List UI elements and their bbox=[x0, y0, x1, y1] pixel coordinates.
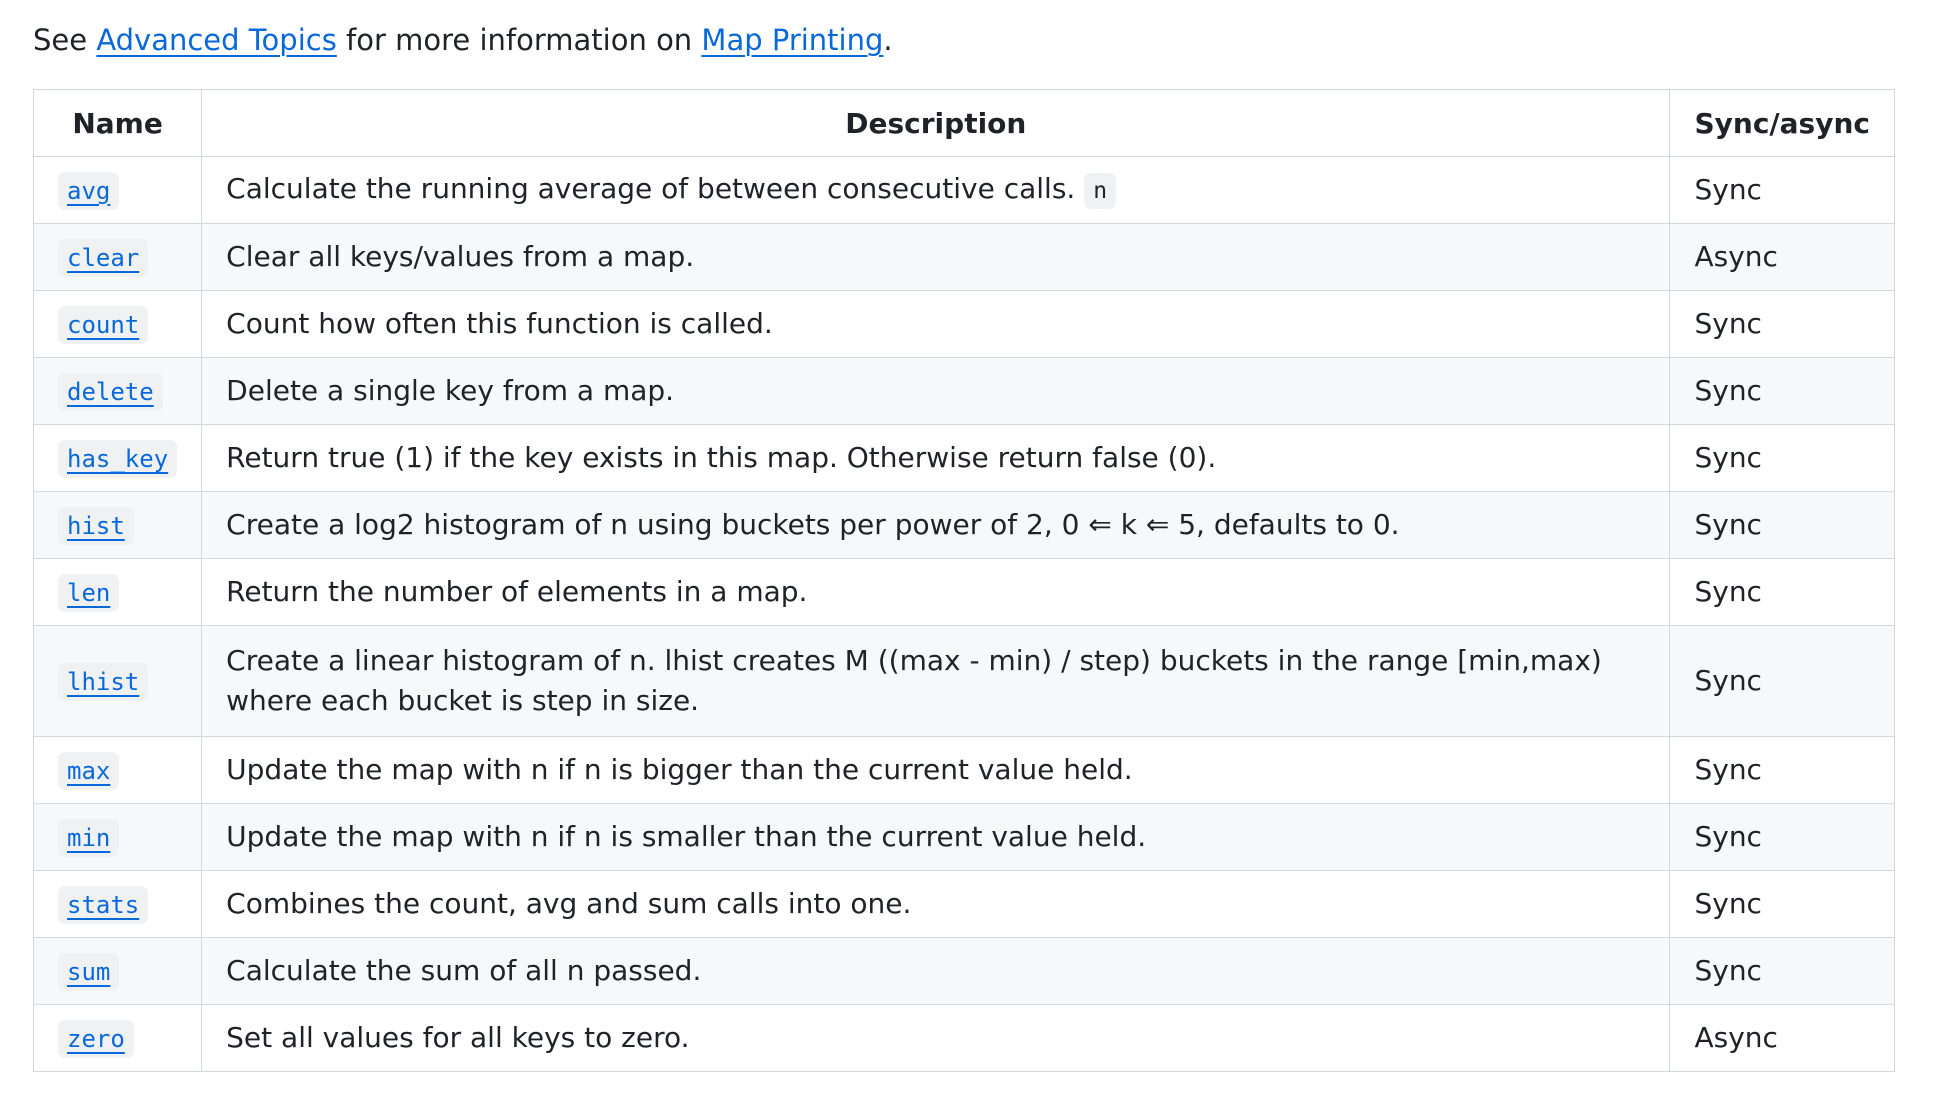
function-name-link[interactable]: lhist bbox=[58, 662, 149, 701]
name-column-header: Name bbox=[32, 89, 203, 157]
function-name-cell: min bbox=[32, 803, 203, 871]
advanced-topics-link[interactable]: Advanced Topics bbox=[96, 23, 337, 57]
table-row: stats Combines the count, avg and sum cal… bbox=[32, 870, 1895, 938]
description-text: Delete a single key from a map. bbox=[226, 374, 675, 407]
intro-suffix: . bbox=[883, 23, 893, 57]
description-cell: Calculate the running average of between… bbox=[201, 156, 1671, 224]
intro-prefix: See bbox=[33, 23, 97, 57]
table-header-row: Name Description Sync/async bbox=[32, 89, 1895, 157]
description-text: Create a log2 histogram of n using bucke… bbox=[226, 508, 1400, 541]
table-row: lhist Create a linear histogram of n. lhi… bbox=[32, 625, 1895, 737]
description-cell: Return the number of elements in a map. bbox=[201, 558, 1671, 626]
sync-mode-cell: Sync bbox=[1669, 357, 1895, 425]
table-body: avg Calculate the running average of betw… bbox=[32, 156, 1895, 1072]
description-column-header: Description bbox=[201, 89, 1671, 157]
function-name-cell: len bbox=[32, 558, 203, 626]
sync-mode-cell: Sync bbox=[1669, 424, 1895, 492]
description-text: Create a linear histogram of n. lhist cr… bbox=[226, 644, 1602, 717]
map-functions-table: Name Description Sync/async avg Calculate… bbox=[32, 89, 1895, 1072]
description-text: Update the map with n if n is smaller th… bbox=[226, 820, 1147, 853]
description-cell: Clear all keys/values from a map. bbox=[201, 223, 1671, 291]
function-name-link[interactable]: has_key bbox=[58, 439, 178, 478]
function-name-cell: sum bbox=[32, 937, 203, 1005]
function-name-link[interactable]: avg bbox=[58, 171, 120, 210]
sync-mode-cell: Async bbox=[1669, 1004, 1895, 1072]
map-printing-link[interactable]: Map Printing bbox=[701, 23, 883, 57]
page: See Advanced Topics for more information… bbox=[0, 0, 1933, 1099]
description-cell: Return true (1) if the key exists in thi… bbox=[201, 424, 1671, 492]
function-name-link[interactable]: count bbox=[58, 305, 149, 344]
function-name-cell: max bbox=[32, 736, 203, 804]
sync-mode-cell: Sync bbox=[1669, 156, 1895, 224]
description-text: Calculate the sum of all n passed. bbox=[226, 954, 702, 987]
description-cell: Create a linear histogram of n. lhist cr… bbox=[201, 625, 1671, 737]
table-row: avg Calculate the running average of betw… bbox=[32, 156, 1895, 224]
description-text: Update the map with n if n is bigger tha… bbox=[226, 753, 1133, 786]
sync-mode-cell: Sync bbox=[1669, 870, 1895, 938]
sync-mode-cell: Sync bbox=[1669, 558, 1895, 626]
function-name-link[interactable]: delete bbox=[58, 372, 163, 411]
function-name-link[interactable]: min bbox=[58, 818, 120, 857]
description-cell: Delete a single key from a map. bbox=[201, 357, 1671, 425]
function-name-cell: delete bbox=[32, 357, 203, 425]
table-row: hist Create a log2 histogram of n using b… bbox=[32, 491, 1895, 559]
table-row: has_key Return true (1) if the key exists… bbox=[32, 424, 1895, 492]
table-row: max Update the map with n if n is bigger … bbox=[32, 736, 1895, 804]
sync-mode-cell: Sync bbox=[1669, 491, 1895, 559]
description-text: Clear all keys/values from a map. bbox=[226, 240, 695, 273]
sync-mode-cell: Async bbox=[1669, 223, 1895, 291]
table-row: delete Delete a single key from a map. Syn… bbox=[32, 357, 1895, 425]
function-name-cell: hist bbox=[32, 491, 203, 559]
sync-mode-cell: Sync bbox=[1669, 736, 1895, 804]
description-text: Return the number of elements in a map. bbox=[226, 575, 808, 608]
sync-column-header: Sync/async bbox=[1669, 89, 1895, 157]
function-name-link[interactable]: clear bbox=[58, 238, 149, 277]
table-row: clear Clear all keys/values from a map. As… bbox=[32, 223, 1895, 291]
function-name-link[interactable]: zero bbox=[58, 1019, 134, 1058]
function-name-cell: clear bbox=[32, 223, 203, 291]
description-cell: Update the map with n if n is smaller th… bbox=[201, 803, 1671, 871]
description-cell: Combines the count, avg and sum calls in… bbox=[201, 870, 1671, 938]
intro-paragraph: See Advanced Topics for more information… bbox=[33, 18, 1933, 62]
intro-middle: for more information on bbox=[336, 23, 702, 57]
description-text: Return true (1) if the key exists in thi… bbox=[226, 441, 1217, 474]
function-name-link[interactable]: max bbox=[58, 751, 120, 790]
table-row: count Count how often this function is ca… bbox=[32, 290, 1895, 358]
sync-mode-cell: Sync bbox=[1669, 937, 1895, 1005]
sync-mode-cell: Sync bbox=[1669, 803, 1895, 871]
function-name-cell: stats bbox=[32, 870, 203, 938]
function-name-link[interactable]: len bbox=[58, 573, 120, 612]
description-text: Combines the count, avg and sum calls in… bbox=[226, 887, 912, 920]
function-name-link[interactable]: hist bbox=[58, 506, 134, 545]
description-cell: Set all values for all keys to zero. bbox=[201, 1004, 1671, 1072]
description-text: Calculate the running average of between… bbox=[226, 172, 1085, 205]
function-name-link[interactable]: sum bbox=[58, 952, 120, 991]
inline-code: n bbox=[1084, 173, 1117, 209]
table-row: len Return the number of elements in a ma… bbox=[32, 558, 1895, 626]
table-row: sum Calculate the sum of all n passed. Syn… bbox=[32, 937, 1895, 1005]
description-cell: Create a log2 histogram of n using bucke… bbox=[201, 491, 1671, 559]
function-name-cell: has_key bbox=[32, 424, 203, 492]
description-text: Count how often this function is called. bbox=[226, 307, 773, 340]
description-cell: Count how often this function is called. bbox=[201, 290, 1671, 358]
function-name-cell: count bbox=[32, 290, 203, 358]
description-cell: Calculate the sum of all n passed. bbox=[201, 937, 1671, 1005]
table-row: min Update the map with n if n is smaller… bbox=[32, 803, 1895, 871]
function-name-cell: avg bbox=[32, 156, 203, 224]
sync-mode-cell: Sync bbox=[1669, 625, 1895, 737]
function-name-cell: lhist bbox=[32, 625, 203, 737]
description-cell: Update the map with n if n is bigger tha… bbox=[201, 736, 1671, 804]
function-name-cell: zero bbox=[32, 1004, 203, 1072]
table-row: zero Set all values for all keys to zero.… bbox=[32, 1004, 1895, 1072]
function-name-link[interactable]: stats bbox=[58, 885, 149, 924]
description-text: Set all values for all keys to zero. bbox=[226, 1021, 690, 1054]
sync-mode-cell: Sync bbox=[1669, 290, 1895, 358]
